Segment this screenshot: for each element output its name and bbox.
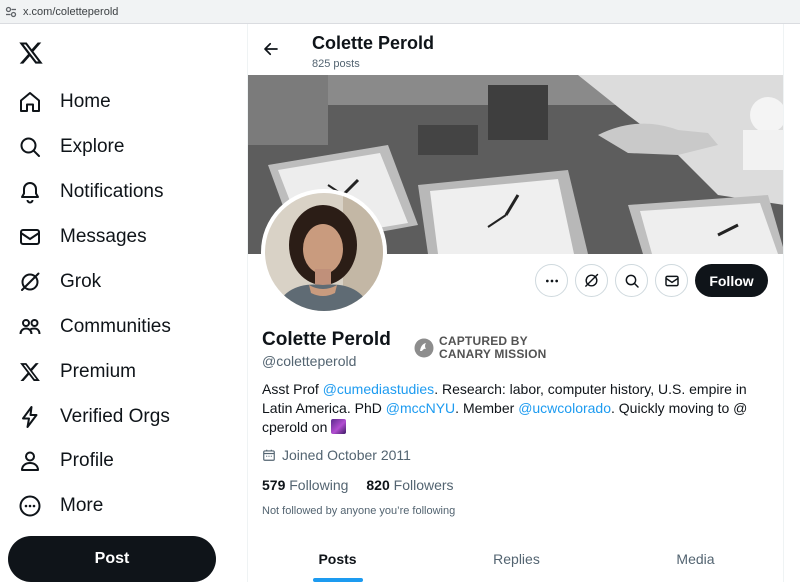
nav-label: Profile bbox=[60, 450, 114, 471]
nav-item-grok[interactable]: Grok bbox=[16, 262, 101, 302]
followers-label: Followers bbox=[393, 477, 454, 493]
nav-label: Explore bbox=[60, 136, 125, 157]
x-logo-icon[interactable] bbox=[18, 40, 44, 66]
post-count: 825 posts bbox=[312, 58, 360, 70]
galaxy-emoji-icon bbox=[331, 419, 347, 434]
search-icon bbox=[625, 274, 639, 288]
joined-text: Joined October 2011 bbox=[282, 447, 411, 463]
person-icon bbox=[16, 447, 44, 475]
tab-media[interactable]: Media bbox=[606, 536, 783, 582]
tab-label: Media bbox=[676, 551, 715, 567]
nav-item-more[interactable]: More bbox=[16, 486, 103, 526]
left-nav-sidebar: Home Explore Notifications Messages Grok… bbox=[0, 24, 247, 582]
nav-label: Grok bbox=[60, 271, 102, 292]
nav-item-premium[interactable]: Premium bbox=[16, 352, 136, 392]
tab-replies[interactable]: Replies bbox=[427, 536, 606, 582]
follow-counts: 579 Following 820 Followers bbox=[262, 477, 454, 493]
more-options-button[interactable] bbox=[535, 264, 568, 297]
nav-item-home[interactable]: Home bbox=[16, 82, 111, 122]
envelope-icon bbox=[664, 275, 679, 286]
joined-date: Joined October 2011 bbox=[262, 447, 411, 463]
x-logo-icon bbox=[16, 358, 44, 386]
site-settings-icon[interactable] bbox=[4, 5, 18, 19]
profile-name: Colette Perold bbox=[262, 329, 391, 350]
followers-link[interactable]: 820 Followers bbox=[366, 477, 453, 493]
nav-item-notifications[interactable]: Notifications bbox=[16, 172, 164, 212]
profile-tabs: Posts Replies Media bbox=[248, 536, 783, 582]
search-profile-button[interactable] bbox=[615, 264, 648, 297]
header-profile-name: Colette Perold bbox=[312, 33, 435, 53]
more-circle-icon bbox=[16, 492, 44, 520]
search-icon bbox=[16, 133, 44, 161]
bio-text: Asst Prof bbox=[262, 381, 323, 397]
nav-label: Verified Orgs bbox=[60, 406, 170, 427]
tab-label: Posts bbox=[318, 551, 357, 567]
following-link[interactable]: 579 Following bbox=[262, 477, 348, 493]
bio-text: . Member bbox=[455, 400, 519, 416]
browser-address-bar[interactable]: x.com/coletteperold bbox=[0, 0, 800, 24]
lightning-icon bbox=[16, 403, 44, 431]
nav-label: Home bbox=[60, 91, 111, 112]
profile-main-column: Colette Perold 825 posts Follow Colette … bbox=[247, 24, 784, 582]
nav-item-explore[interactable]: Explore bbox=[16, 127, 124, 167]
nav-item-communities[interactable]: Communities bbox=[16, 307, 171, 347]
following-label: Following bbox=[289, 477, 349, 493]
back-arrow-icon[interactable] bbox=[260, 38, 282, 60]
bio-mention-link[interactable]: @cumediastudies bbox=[323, 381, 435, 397]
bio-mention-link[interactable]: @mccNYU bbox=[386, 400, 455, 416]
profile-avatar[interactable] bbox=[261, 189, 387, 315]
nav-label: Messages bbox=[60, 226, 147, 247]
nav-item-profile[interactable]: Profile bbox=[16, 441, 114, 481]
badge-line-2: CANARY MISSION bbox=[439, 347, 547, 361]
captured-badge: CAPTURED BY CANARY MISSION bbox=[414, 335, 546, 361]
following-count: 579 bbox=[262, 477, 286, 493]
not-followed-note: Not followed by anyone you’re following bbox=[262, 505, 456, 517]
tab-label: Replies bbox=[493, 551, 540, 567]
followers-count: 820 bbox=[366, 477, 390, 493]
url-text: x.com/coletteperold bbox=[23, 5, 119, 18]
grok-button[interactable] bbox=[575, 264, 608, 297]
tab-posts[interactable]: Posts bbox=[248, 536, 427, 582]
bio-mention-link[interactable]: @ucwcolorado bbox=[518, 400, 611, 416]
home-icon bbox=[16, 88, 44, 116]
envelope-icon bbox=[16, 223, 44, 251]
profile-header-bar: Colette Perold 825 posts bbox=[248, 24, 783, 75]
grok-icon bbox=[585, 273, 599, 287]
profile-actions: Follow bbox=[528, 264, 768, 297]
post-button[interactable]: Post bbox=[8, 536, 216, 582]
canary-mission-logo-icon bbox=[414, 338, 434, 358]
nav-label: Communities bbox=[60, 316, 171, 337]
profile-handle: @coletteperold bbox=[262, 353, 357, 369]
message-button[interactable] bbox=[655, 264, 688, 297]
nav-label: More bbox=[60, 495, 104, 516]
follow-button[interactable]: Follow bbox=[695, 264, 768, 297]
calendar-icon bbox=[263, 449, 275, 461]
people-icon bbox=[16, 313, 44, 341]
profile-bio: Asst Prof @cumediastudies. Research: lab… bbox=[262, 380, 762, 437]
nav-item-verified-orgs[interactable]: Verified Orgs bbox=[16, 397, 170, 437]
bell-icon bbox=[16, 178, 44, 206]
grok-icon bbox=[16, 268, 44, 296]
nav-label: Premium bbox=[60, 361, 137, 382]
nav-label: Notifications bbox=[60, 181, 164, 202]
nav-item-messages[interactable]: Messages bbox=[16, 217, 147, 257]
ellipsis-icon bbox=[545, 279, 558, 282]
